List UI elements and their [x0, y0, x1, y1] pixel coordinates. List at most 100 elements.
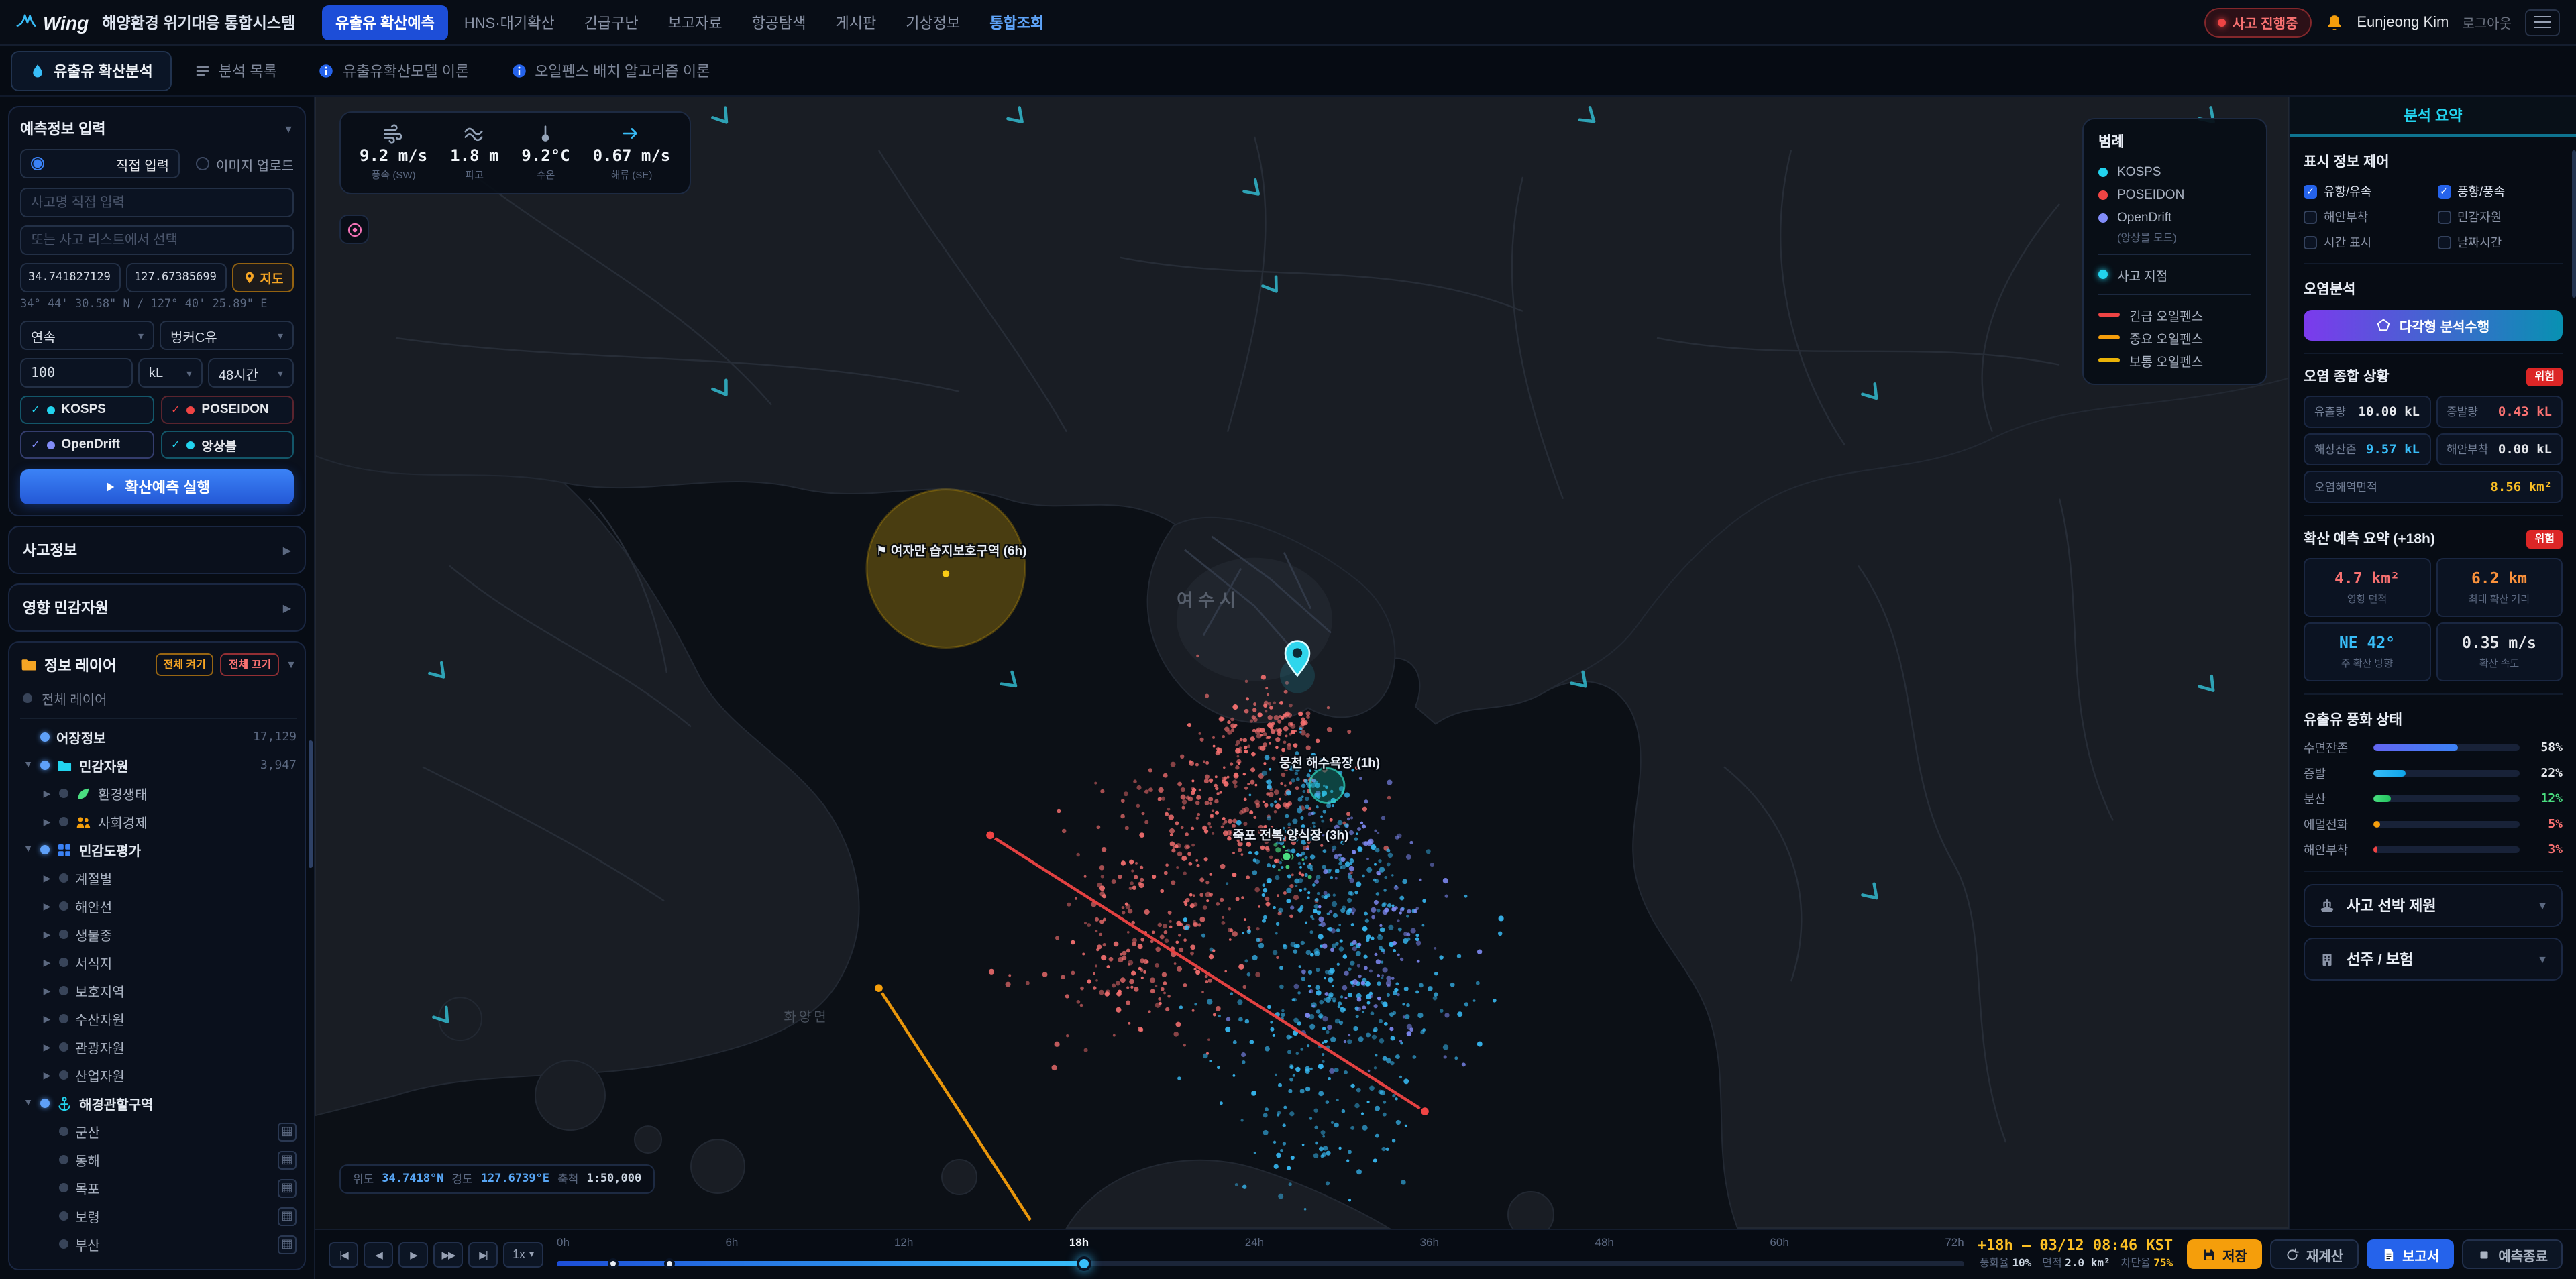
incident-list-input[interactable]: [20, 225, 294, 255]
timeline-tick-36h[interactable]: 36h: [1420, 1235, 1439, 1248]
tab-analysis-list[interactable]: 분석 목록: [176, 50, 296, 91]
opt-wind[interactable]: ✓ 풍향/풍속: [2437, 182, 2563, 200]
notifications-button[interactable]: [2324, 13, 2343, 32]
tab-analysis-summary[interactable]: 분석 요약: [2290, 97, 2576, 137]
opt-shoreline[interactable]: 해안부착: [2304, 208, 2429, 225]
polygon-analysis-button[interactable]: 다각형 분석수행: [2304, 310, 2563, 341]
recalculate-button[interactable]: 재계산: [2269, 1239, 2359, 1269]
run-prediction-button[interactable]: 확산예측 실행: [20, 469, 294, 504]
nav-air-search[interactable]: 항공탐색: [739, 5, 820, 40]
region-busan[interactable]: 부산 ▦: [20, 1230, 297, 1258]
menu-button[interactable]: [2525, 9, 2560, 36]
opt-current[interactable]: ✓ 유향/유속: [2304, 182, 2429, 200]
nav-board[interactable]: 게시판: [822, 5, 890, 40]
unit-select[interactable]: kL ▾: [138, 358, 203, 388]
end-prediction-button[interactable]: 예측종료: [2462, 1239, 2563, 1269]
model-poseidon[interactable]: ✓ POSEIDON: [160, 396, 294, 424]
nav-weather-info[interactable]: 기상정보: [892, 5, 973, 40]
region-buan[interactable]: 부안▦: [20, 1258, 297, 1263]
app-logo[interactable]: Wing: [16, 11, 89, 33]
right-panel-scrollbar[interactable]: [2572, 150, 2576, 298]
layer-tourism-resource[interactable]: ▶ 관광자원: [20, 1033, 297, 1061]
timeline-event-marker[interactable]: [607, 1258, 619, 1268]
model-kosps[interactable]: ✓ KOSPS: [20, 396, 154, 424]
layer-sensitivity-eval[interactable]: ▼ 민감도평가: [20, 836, 297, 864]
spill-type-select[interactable]: 연속 ▾: [20, 321, 154, 350]
map-canvas[interactable]: 여수시화양면 ⚑ 여자만 습지보호구역 (6h) 웅천 해수욕장 (1h) 죽포 전복…: [315, 97, 2289, 1228]
fast-forward-button[interactable]: ▶▶: [433, 1241, 463, 1267]
timeline-tick-24h[interactable]: 24h: [1245, 1235, 1264, 1248]
timeline-tick-72h[interactable]: 72h: [1945, 1235, 1964, 1248]
play-button[interactable]: ▶: [398, 1241, 428, 1267]
layer-habitat[interactable]: ▶ 서식지: [20, 948, 297, 977]
map-style-button[interactable]: [339, 215, 369, 244]
layer-species[interactable]: ▶ 생물종: [20, 920, 297, 948]
tab-model-theory[interactable]: 유출유확산모델 이론: [300, 50, 488, 91]
timeline-tick-18h[interactable]: 18h: [1069, 1235, 1089, 1248]
timeline-tick-60h[interactable]: 60h: [1770, 1235, 1788, 1248]
layer-industry-resource[interactable]: ▶ 산업자원: [20, 1061, 297, 1089]
pick-from-map-button[interactable]: 지도: [232, 263, 294, 292]
opt-sensitive[interactable]: 민감자원: [2437, 208, 2563, 225]
step-back-button[interactable]: ◀: [364, 1241, 393, 1267]
layer-map-button[interactable]: ▦: [278, 1207, 297, 1225]
duration-select[interactable]: 48시간 ▾: [208, 358, 294, 388]
region-donghae[interactable]: 동해 ▦: [20, 1146, 297, 1174]
timeline-event-marker[interactable]: [663, 1258, 675, 1268]
skip-end-button[interactable]: ▶|: [468, 1241, 498, 1267]
section-incident-info[interactable]: 사고정보 ▶: [8, 526, 306, 574]
latitude-input[interactable]: [20, 263, 121, 292]
layers-collapse-toggle[interactable]: ▼: [286, 659, 297, 671]
layer-coastline[interactable]: ▶ 해안선: [20, 892, 297, 920]
opt-time[interactable]: 시간 표시: [2304, 233, 2429, 251]
map-area[interactable]: 여수시 화양면 ⚑ 여자만 습지보호구역 (6h) 웅천 해수욕장 (1h) 죽포 전복…: [315, 97, 2289, 1228]
layer-map-button[interactable]: ▦: [278, 1178, 297, 1197]
layer-seasonal[interactable]: ▶ 계절별: [20, 864, 297, 892]
layer-protected-area[interactable]: ▶ 보호지역: [20, 977, 297, 1005]
layer-fishery-resource[interactable]: ▶ 수산자원: [20, 1005, 297, 1033]
layer-master-row[interactable]: 전체 레이어: [20, 684, 297, 719]
oil-type-select[interactable]: 벙커C유 ▾: [160, 321, 294, 350]
section-impact-resources[interactable]: 영향 민감자원 ▶: [8, 583, 306, 632]
nav-emergency-rescue[interactable]: 긴급구난: [571, 5, 652, 40]
timeline-handle[interactable]: [1077, 1256, 1092, 1270]
playback-speed-select[interactable]: 1x ▾: [503, 1241, 543, 1267]
tab-diffusion-analysis[interactable]: 유출유 확산분석: [11, 50, 172, 91]
timeline-tick-48h[interactable]: 48h: [1595, 1235, 1614, 1248]
layer-map-button[interactable]: ▦: [278, 1150, 297, 1169]
layers-all-off-button[interactable]: 전체 끄기: [220, 653, 280, 676]
nav-hns-air[interactable]: HNS·대기확산: [451, 5, 568, 40]
timeline-tick-0h[interactable]: 0h: [557, 1235, 570, 1248]
nav-reports[interactable]: 보고자료: [655, 5, 736, 40]
layer-env-ecology[interactable]: ▶ 환경생태: [20, 779, 297, 808]
opt-datetime[interactable]: 날짜시간: [2437, 233, 2563, 251]
model-opendrift[interactable]: ✓ OpenDrift: [20, 431, 154, 459]
model-ensemble[interactable]: ✓ 앙상블: [160, 431, 294, 459]
region-mokpo[interactable]: 목포 ▦: [20, 1174, 297, 1202]
layer-kcg-jurisdiction[interactable]: ▼ 해경관할구역: [20, 1089, 297, 1117]
logout-button[interactable]: 로그아웃: [2462, 12, 2512, 32]
timeline-slider[interactable]: [557, 1256, 1964, 1270]
layer-socio-economy[interactable]: ▶ 사회경제: [20, 808, 297, 836]
timeline-tick-12h[interactable]: 12h: [894, 1235, 913, 1248]
incident-name-input[interactable]: [20, 188, 294, 217]
fold-vessel-specs[interactable]: 사고 선박 제원 ▼: [2304, 884, 2563, 927]
region-boryeong[interactable]: 보령 ▦: [20, 1202, 297, 1230]
sidebar-scrollbar[interactable]: [309, 740, 313, 868]
save-button[interactable]: 저장: [2186, 1239, 2262, 1269]
radio-direct-input[interactable]: 직접 입력: [20, 149, 180, 178]
longitude-input[interactable]: [126, 263, 227, 292]
nav-oil-diffusion[interactable]: 유출유 확산예측: [322, 5, 448, 40]
timeline-tick-6h[interactable]: 6h: [725, 1235, 738, 1248]
timeline-track-area[interactable]: 0h 6h 12h 18h 24h 36h 48h 60h 72h: [557, 1229, 1964, 1279]
report-button[interactable]: 보고서: [2366, 1239, 2455, 1269]
fold-owner-insurance[interactable]: 선주 / 보험 ▼: [2304, 938, 2563, 981]
collapse-toggle[interactable]: ▼: [283, 123, 294, 135]
layers-all-on-button[interactable]: 전체 켜기: [155, 653, 214, 676]
amount-input[interactable]: [20, 358, 133, 388]
region-gunsan[interactable]: 군산 ▦: [20, 1117, 297, 1146]
tab-boom-theory[interactable]: 오일펜스 배치 알고리즘 이론: [492, 50, 729, 91]
layer-map-button[interactable]: ▦: [278, 1235, 297, 1254]
layer-fishery[interactable]: 어장정보 17,129: [20, 723, 297, 751]
layer-sensitive[interactable]: ▼ 민감자원 3,947: [20, 751, 297, 779]
